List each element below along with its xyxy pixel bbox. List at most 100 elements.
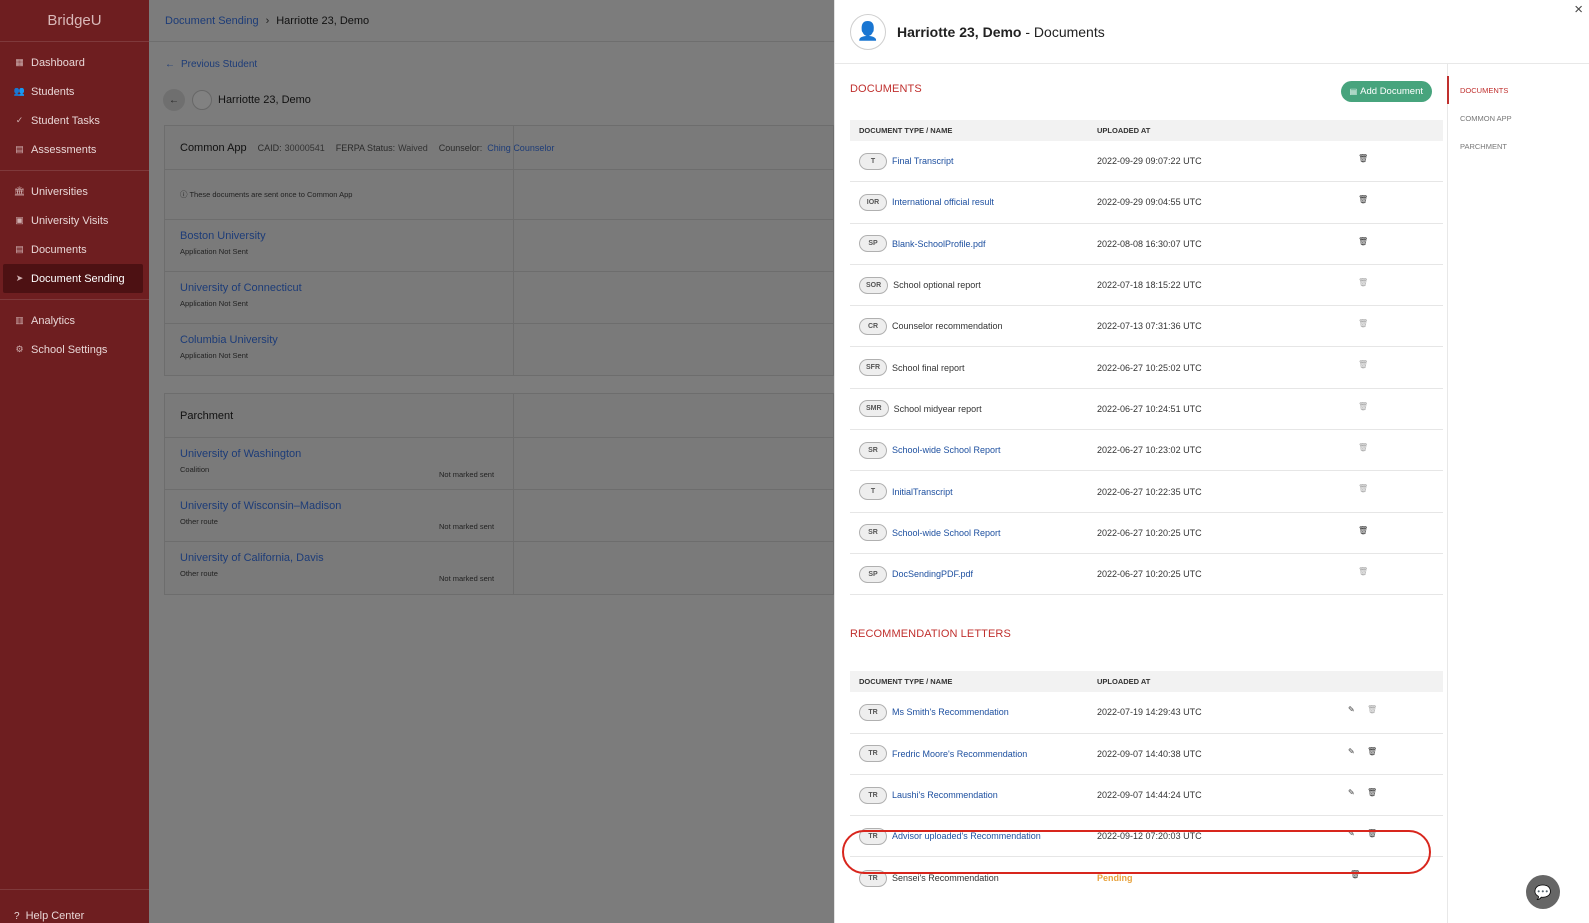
application-status: Other route	[180, 569, 218, 578]
trash-icon[interactable]: 🗑	[1367, 705, 1377, 714]
previous-student-link[interactable]: ← Previous Student	[165, 59, 257, 70]
university-row: University of Wisconsin–Madison Other rou…	[165, 490, 833, 542]
university-name-link[interactable]: University of Connecticut	[180, 282, 818, 294]
help-icon: ?	[14, 911, 20, 922]
trash-icon[interactable]: 🗑	[1358, 319, 1368, 328]
sidebar-item-label: Assessments	[31, 143, 97, 156]
sidebar-item-label: Document Sending	[31, 272, 125, 285]
trash-icon[interactable]: 🗑	[1358, 484, 1368, 493]
sidebar-item-universities[interactable]: 🏛 Universities	[0, 177, 149, 206]
doc-name[interactable]: Ms Smith's Recommendation	[892, 707, 1009, 717]
university-row: University of California, Davis Other rou…	[165, 542, 833, 594]
doc-uploaded-at: 2022-09-29 09:04:55 UTC	[1097, 197, 1202, 208]
parchment-card: Parchment University of Washington Coalit…	[164, 393, 834, 595]
doc-name-cell: CR Counselor recommendation	[850, 317, 1097, 335]
parchment-title: Parchment	[180, 409, 234, 422]
sidebar-item-document-sending[interactable]: ➤ Document Sending	[3, 264, 143, 293]
nav-group-settings: ▥ Analytics ⚙ School Settings	[0, 300, 149, 370]
university-name-link[interactable]: University of Washington	[180, 448, 818, 460]
nav-group-main: ▦ Dashboard 👥 Students ✓ Student Tasks ▤ Assess…	[0, 42, 149, 171]
doc-name[interactable]: International official result	[892, 197, 994, 207]
document-row: TR Ms Smith's Recommendation 2022-07-19 14…	[850, 692, 1443, 734]
document-row: SFR School final report 2022-06-27 10:25:0…	[850, 347, 1443, 389]
documents-table: T Final Transcript 2022-09-29 09:07:22 UTC…	[850, 141, 1443, 596]
application-status: Application Not Sent	[180, 351, 248, 360]
sidebar-item-student-tasks[interactable]: ✓ Student Tasks	[0, 106, 149, 135]
panel-nav-documents[interactable]: DOCUMENTS	[1447, 76, 1589, 104]
trash-icon[interactable]: 🗑	[1358, 278, 1368, 287]
sidebar-item-university-visits[interactable]: ▣ University Visits	[0, 206, 149, 235]
ferpa-value: Waived	[398, 142, 428, 153]
doc-name[interactable]: School-wide School Report	[892, 528, 1001, 538]
trash-icon[interactable]: 🗑	[1358, 237, 1368, 246]
document-row: T Final Transcript 2022-09-29 09:07:22 UTC…	[850, 141, 1443, 183]
trash-icon[interactable]: 🗑	[1358, 402, 1368, 411]
help-center-link[interactable]: ? Help Center	[0, 889, 149, 923]
doc-type-badge: SR	[859, 441, 887, 459]
trash-icon[interactable]: 🗑	[1358, 567, 1368, 576]
doc-name-cell: SR School-wide School Report	[850, 524, 1097, 542]
doc-name[interactable]: Laushi's Recommendation	[892, 790, 998, 800]
trash-icon[interactable]: 🗑	[1358, 154, 1368, 163]
trash-icon[interactable]: 🗑	[1358, 443, 1368, 452]
doc-name-cell: SMR School midyear report	[850, 400, 1097, 418]
trash-icon[interactable]: 🗑	[1358, 526, 1368, 535]
application-status: Coalition	[180, 465, 210, 474]
doc-name[interactable]: Fredric Moore's Recommendation	[892, 749, 1027, 759]
panel-nav-common-app[interactable]: COMMON APP	[1447, 104, 1589, 132]
document-row: TR Laushi's Recommendation 2022-09-07 14:4…	[850, 775, 1443, 817]
doc-name[interactable]: DocSendingPDF.pdf	[892, 569, 973, 579]
sidebar-item-school-settings[interactable]: ⚙ School Settings	[0, 335, 149, 364]
close-icon[interactable]: ×	[1574, 1, 1583, 18]
edit-icon[interactable]: ✎	[1348, 788, 1355, 797]
brand-logo[interactable]: BridgeU	[0, 0, 149, 42]
assessments-icon: ▤	[15, 144, 24, 154]
doc-name: Counselor recommendation	[892, 321, 1003, 332]
sidebar-item-documents[interactable]: ▤ Documents	[0, 235, 149, 264]
document-row: SOR School optional report 2022-07-18 18:1…	[850, 265, 1443, 307]
university-row: University of Washington Coalition Not mar…	[165, 438, 833, 490]
application-status: Other route	[180, 517, 218, 526]
doc-name-cell: IOR International official result	[850, 193, 1097, 211]
student-tasks-icon: ✓	[15, 115, 24, 125]
university-visits-icon: ▣	[15, 215, 24, 225]
counselor-link[interactable]: Ching Counselor	[487, 143, 554, 153]
back-button[interactable]: ←	[163, 89, 185, 111]
trash-icon[interactable]: 🗑	[1358, 360, 1368, 369]
university-name-link[interactable]: Columbia University	[180, 334, 818, 346]
doc-type-badge: T	[859, 483, 887, 501]
university-name-link[interactable]: Boston University	[180, 230, 818, 242]
trash-icon[interactable]: 🗑	[1367, 788, 1377, 797]
sidebar-item-analytics[interactable]: ▥ Analytics	[0, 306, 149, 335]
trash-icon[interactable]: 🗑	[1358, 195, 1368, 204]
recommendations-title: RECOMMENDATION LETTERS	[850, 628, 1011, 641]
panel-nav-parchment[interactable]: PARCHMENT	[1447, 132, 1589, 160]
doc-type-badge: SP	[859, 235, 887, 253]
chat-icon[interactable]: 💬	[1526, 875, 1560, 909]
help-label: Help Center	[25, 910, 85, 922]
doc-uploaded-at: 2022-06-27 10:22:35 UTC	[1097, 486, 1202, 497]
sidebar-item-dashboard[interactable]: ▦ Dashboard	[0, 48, 149, 77]
edit-icon[interactable]: ✎	[1348, 747, 1355, 756]
user-avatar-icon: 👤	[850, 13, 886, 50]
arrow-left-icon: ←	[165, 59, 175, 70]
trash-icon[interactable]: 🗑	[1367, 747, 1377, 756]
doc-name[interactable]: InitialTranscript	[892, 487, 953, 497]
edit-icon[interactable]: ✎	[1348, 705, 1355, 714]
doc-uploaded-at: 2022-06-27 10:20:25 UTC	[1097, 527, 1202, 538]
sidebar-item-students[interactable]: 👥 Students	[0, 77, 149, 106]
documents-icon: ▤	[15, 244, 24, 254]
application-status: Application Not Sent	[180, 247, 248, 256]
doc-uploaded-at: 2022-06-27 10:25:02 UTC	[1097, 362, 1202, 373]
sidebar-item-assessments[interactable]: ▤ Assessments	[0, 135, 149, 164]
doc-name[interactable]: Blank-SchoolProfile.pdf	[892, 239, 986, 249]
breadcrumb-parent[interactable]: Document Sending	[165, 15, 259, 27]
university-name-link[interactable]: University of California, Davis	[180, 552, 818, 564]
doc-name[interactable]: Final Transcript	[892, 156, 954, 166]
pending-status: Pending	[1097, 873, 1133, 884]
add-document-button[interactable]: ▤ Add Document	[1340, 81, 1432, 102]
university-name-link[interactable]: University of Wisconsin–Madison	[180, 500, 818, 512]
doc-type-badge: IOR	[859, 193, 887, 211]
application-status: Application Not Sent	[180, 299, 248, 308]
doc-name[interactable]: School-wide School Report	[892, 445, 1001, 455]
